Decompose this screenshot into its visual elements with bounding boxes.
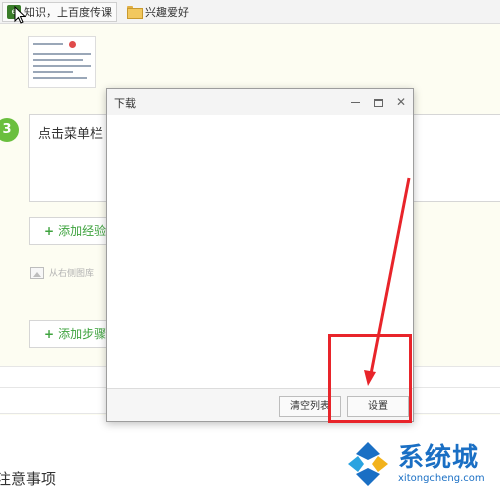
image-library-hint[interactable]: 从右侧图库 [30, 266, 94, 279]
bookmark-label: 知识，上百度传课 [24, 5, 112, 19]
thumbnail-line [33, 53, 91, 55]
maximize-button[interactable] [369, 93, 387, 111]
thumbnail-line [33, 59, 83, 61]
notes-title: 注意事项 [0, 470, 57, 488]
image-hint-text: 从右侧图库 [49, 269, 95, 279]
bookmark-folder-label: 兴趣爱好 [145, 5, 189, 19]
thumbnail-line [33, 77, 87, 79]
plus-icon: + [44, 224, 55, 238]
dialog-titlebar[interactable]: 下载 ✕ [107, 89, 413, 115]
add-step-label: 添加步骤 [58, 327, 107, 341]
watermark-url: xitongcheng.com [398, 473, 485, 484]
thumbnail-mark [69, 41, 76, 48]
minimize-icon [350, 102, 360, 103]
step-image-thumbnail[interactable] [28, 36, 96, 88]
step-number-badge: 3 [0, 118, 19, 142]
mouse-cursor-icon [14, 6, 26, 24]
step-text: 点击菜单栏 [38, 127, 104, 142]
bookmark-folder-hobbies[interactable]: 兴趣爱好 [123, 4, 189, 20]
watermark-name: 系统城 [398, 443, 480, 473]
add-experience-label: 添加经验 [58, 224, 107, 238]
highlight-box [328, 334, 412, 423]
xitongcheng-logo-icon [348, 442, 388, 486]
close-button[interactable]: ✕ [392, 93, 410, 111]
minimize-button[interactable] [346, 93, 364, 111]
maximize-icon [373, 98, 383, 107]
thumbnail-line [33, 65, 91, 67]
image-icon [30, 266, 44, 279]
bookmarks-bar: e 知识，上百度传课 兴趣爱好 [0, 0, 500, 24]
dialog-title: 下载 [114, 97, 136, 110]
close-icon: ✕ [395, 95, 407, 109]
thumbnail-line [33, 43, 63, 45]
thumbnail-line [33, 71, 73, 73]
folder-icon [127, 6, 143, 19]
watermark: 系统城 xitongcheng.com [344, 440, 485, 488]
plus-icon: + [44, 327, 55, 341]
